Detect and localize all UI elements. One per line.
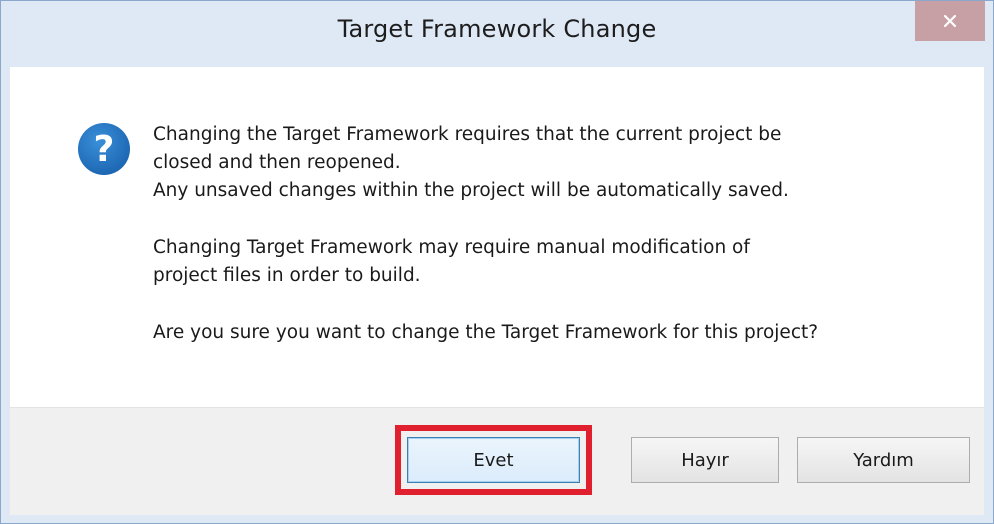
message-text: Changing the Target Framework requires t… (153, 121, 953, 347)
button-bar: Evet Hayır Yardım (10, 407, 984, 515)
close-icon (943, 14, 957, 28)
message-line: Changing the Target Framework requires t… (153, 124, 782, 145)
close-button[interactable] (915, 1, 985, 41)
message-line: Any unsaved changes within the project w… (153, 180, 789, 201)
help-button[interactable]: Yardım (797, 437, 970, 483)
dialog-window: Target Framework Change ? Changing the T… (0, 0, 994, 524)
message-line: Changing Target Framework may require ma… (153, 237, 750, 258)
message-line: project files in order to build. (153, 265, 421, 286)
title-bar[interactable]: Target Framework Change (1, 1, 993, 67)
message-area: ? Changing the Target Framework requires… (10, 67, 984, 407)
svg-text:?: ? (94, 129, 115, 170)
message-line: closed and then reopened. (153, 152, 401, 173)
confirmation-question: Are you sure you want to change the Targ… (153, 322, 819, 343)
yes-button[interactable]: Evet (407, 437, 580, 483)
dialog-title: Target Framework Change (337, 15, 657, 43)
no-button[interactable]: Hayır (631, 437, 779, 483)
question-icon: ? (76, 121, 132, 177)
